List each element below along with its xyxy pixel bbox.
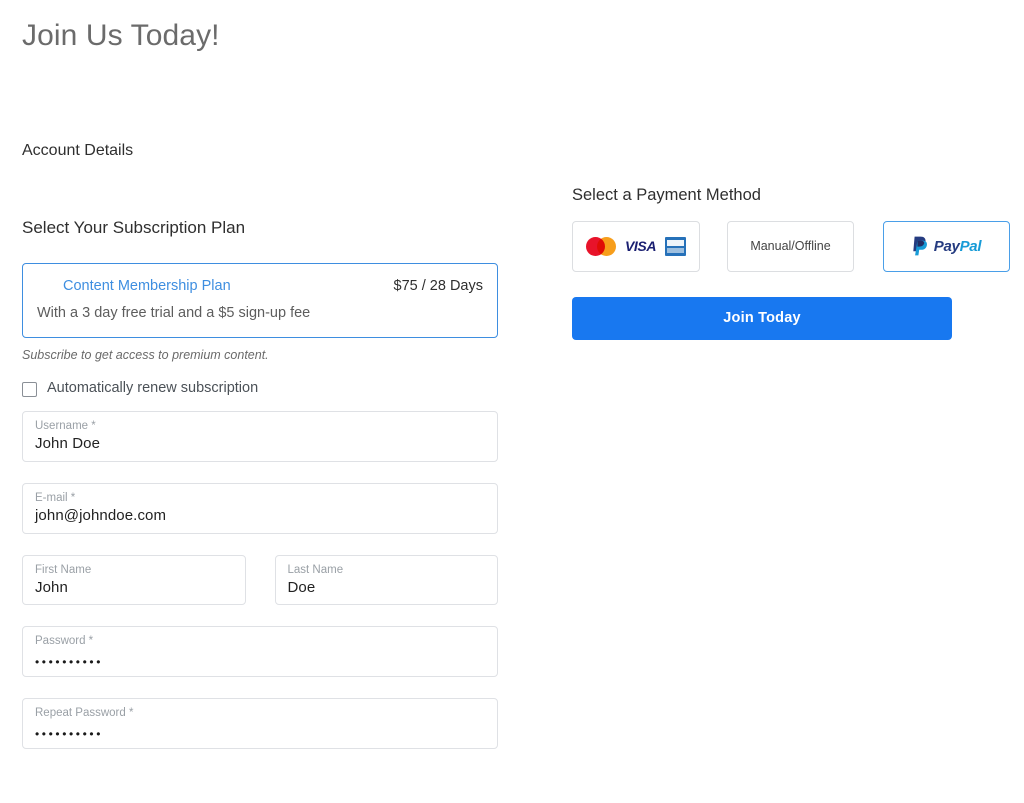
account-details-form: Select Your Subscription Plan Content Me… bbox=[22, 218, 498, 749]
email-field[interactable]: E-mail * john@johndoe.com bbox=[22, 483, 498, 534]
paypal-icon: PayPal bbox=[912, 236, 981, 256]
payment-method-paypal[interactable]: PayPal bbox=[883, 221, 1010, 272]
payment-method-manual-offline[interactable]: Manual/Offline bbox=[727, 221, 854, 272]
plan-name-link[interactable]: Content Membership Plan bbox=[37, 276, 231, 298]
username-value[interactable]: John Doe bbox=[35, 434, 485, 454]
amex-icon bbox=[665, 237, 686, 256]
repeat-password-label: Repeat Password * bbox=[35, 706, 485, 720]
payment-method-options: VISA Manual/Offline PayPal bbox=[572, 221, 1009, 272]
checkbox-icon[interactable] bbox=[22, 382, 37, 397]
auto-renew-checkbox-row[interactable]: Automatically renew subscription bbox=[22, 380, 498, 397]
page-title: Join Us Today! bbox=[22, 16, 220, 55]
last-name-label: Last Name bbox=[288, 563, 486, 577]
join-today-button[interactable]: Join Today bbox=[572, 297, 952, 340]
plan-price: $75 / 28 Days bbox=[394, 276, 483, 298]
username-field[interactable]: Username * John Doe bbox=[22, 411, 498, 462]
email-label: E-mail * bbox=[35, 491, 485, 505]
last-name-field[interactable]: Last Name Doe bbox=[275, 555, 499, 605]
card-logos: VISA bbox=[586, 237, 686, 256]
last-name-value[interactable]: Doe bbox=[288, 578, 486, 598]
account-details-heading: Account Details bbox=[22, 141, 133, 160]
plan-header-row: Content Membership Plan $75 / 28 Days bbox=[37, 276, 483, 298]
first-name-value[interactable]: John bbox=[35, 578, 233, 598]
auto-renew-label: Automatically renew subscription bbox=[47, 380, 258, 397]
repeat-password-value[interactable]: •••••••••• bbox=[35, 726, 485, 742]
payment-section: Select a Payment Method VISA Manual/Offl… bbox=[572, 186, 1009, 340]
manual-offline-label: Manual/Offline bbox=[750, 239, 830, 254]
password-label: Password * bbox=[35, 634, 485, 648]
email-value[interactable]: john@johndoe.com bbox=[35, 506, 485, 526]
paypal-wordmark: PayPal bbox=[934, 239, 981, 254]
username-label: Username * bbox=[35, 419, 485, 433]
payment-method-credit-card[interactable]: VISA bbox=[572, 221, 700, 272]
paypal-word-pay: Pay bbox=[934, 238, 960, 255]
subscription-note: Subscribe to get access to premium conte… bbox=[22, 347, 498, 363]
first-name-label: First Name bbox=[35, 563, 233, 577]
paypal-word-pal: Pal bbox=[960, 238, 982, 255]
plan-description: With a 3 day free trial and a $5 sign-up… bbox=[37, 303, 483, 324]
payment-method-heading: Select a Payment Method bbox=[572, 186, 1009, 206]
name-row: First Name John Last Name Doe bbox=[22, 555, 498, 605]
password-value[interactable]: •••••••••• bbox=[35, 654, 485, 670]
mastercard-icon bbox=[586, 237, 616, 256]
first-name-field[interactable]: First Name John bbox=[22, 555, 246, 605]
repeat-password-field[interactable]: Repeat Password * •••••••••• bbox=[22, 698, 498, 749]
password-field[interactable]: Password * •••••••••• bbox=[22, 626, 498, 677]
subscription-plan-heading: Select Your Subscription Plan bbox=[22, 218, 498, 238]
visa-icon: VISA bbox=[625, 239, 656, 253]
subscription-plan-card[interactable]: Content Membership Plan $75 / 28 Days Wi… bbox=[22, 263, 498, 338]
